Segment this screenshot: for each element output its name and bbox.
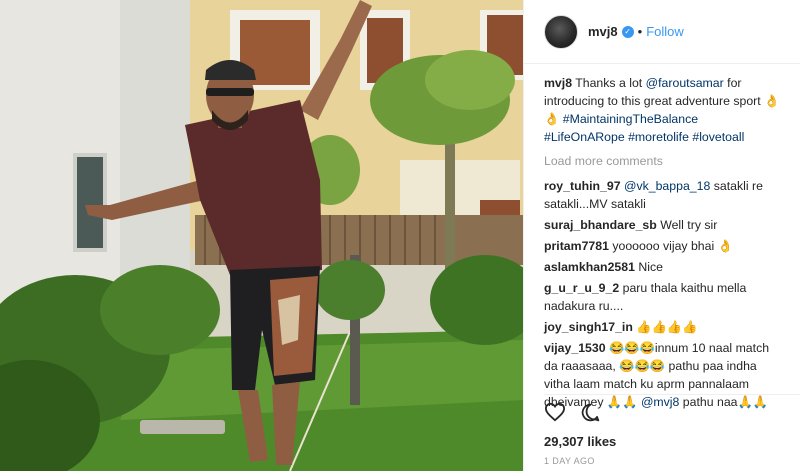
comment-username[interactable]: suraj_bhandare_sb [544, 218, 657, 232]
caption-mention[interactable]: @faroutsamar [646, 76, 724, 90]
comment-item: vijay_1530 😂😂😂innum 10 naal match da raa… [544, 339, 780, 411]
photo-scene [0, 0, 523, 471]
comment-username[interactable]: roy_tuhin_97 [544, 179, 621, 193]
post-actions [544, 402, 601, 423]
comment-mention[interactable]: @mvj8 [641, 395, 679, 409]
hashtag[interactable]: #MaintainingTheBalance [563, 112, 698, 126]
comment-item: suraj_bhandare_sb Well try sir [544, 216, 780, 234]
post-sidebar: mvj8 ✓ • Follow mvj8 Thanks a lot @farou… [523, 0, 800, 471]
load-more-comments-button[interactable]: Load more comments [544, 152, 780, 170]
hashtag[interactable]: #LifeOnARope [544, 130, 625, 144]
post-timestamp: 1 DAY AGO [544, 456, 595, 466]
heart-icon[interactable] [544, 402, 566, 422]
caption-username[interactable]: mvj8 [544, 76, 572, 90]
comment-mention[interactable]: @vk_bappa_18 [624, 179, 710, 193]
comment-text: Nice [634, 260, 663, 274]
comment-icon[interactable] [580, 402, 601, 423]
comment-item: roy_tuhin_97 @vk_bappa_18 satakli re sat… [544, 177, 780, 213]
post-photo[interactable] [0, 0, 523, 471]
avatar[interactable] [544, 14, 578, 49]
comment-username[interactable]: vijay_1530 [544, 341, 606, 355]
comment-username[interactable]: joy_singh17_in [544, 320, 633, 334]
divider [544, 394, 800, 395]
comment-item: aslamkhan2581 Nice [544, 258, 780, 276]
likes-count[interactable]: 29,307 likes [544, 434, 616, 449]
comment-item: pritam7781 yoooooo vijay bhai 👌 [544, 237, 780, 255]
comment-text: 👍👍👍👍 [632, 320, 698, 334]
comment-username[interactable]: g_u_r_u_9_2 [544, 281, 619, 295]
hashtag[interactable]: #moretolife [628, 130, 689, 144]
comment-item: joy_singh17_in 👍👍👍👍 [544, 318, 780, 336]
comment-item: g_u_r_u_9_2 paru thala kaithu mella nada… [544, 279, 780, 315]
follow-button[interactable]: Follow [646, 24, 684, 39]
caption-text-1: Thanks a lot [575, 76, 646, 90]
comment-text: Well try sir [656, 218, 718, 232]
post-username[interactable]: mvj8 [588, 24, 618, 39]
post-header: mvj8 ✓ • Follow [524, 0, 800, 64]
comment-text: yoooooo vijay bhai 👌 [608, 239, 733, 253]
verified-badge-icon: ✓ [621, 25, 634, 38]
comment-username[interactable]: aslamkhan2581 [544, 260, 635, 274]
caption: mvj8 Thanks a lot @faroutsamar for intro… [544, 74, 780, 146]
separator-dot: • [637, 24, 643, 39]
comment-username[interactable]: pritam7781 [544, 239, 609, 253]
hashtag[interactable]: #lovetoall [692, 130, 744, 144]
comment-text: pathu naa🙏🙏 [679, 395, 769, 409]
comments-list: mvj8 Thanks a lot @faroutsamar for intro… [524, 64, 800, 411]
